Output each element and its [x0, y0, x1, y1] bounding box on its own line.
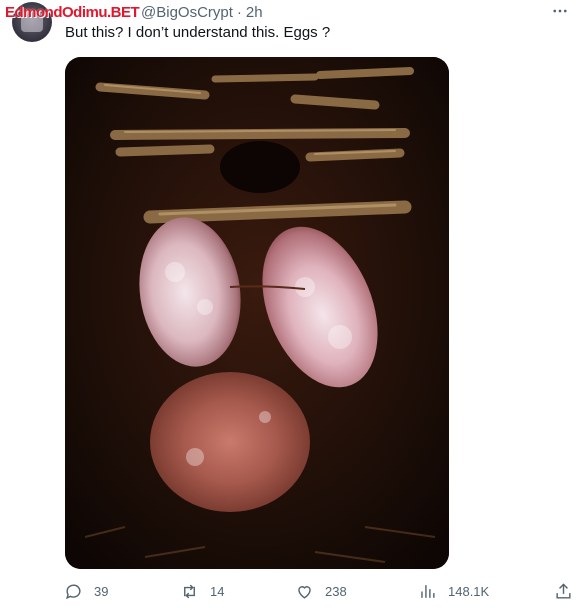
retweet-icon	[184, 584, 195, 599]
meta-separator: ·	[236, 4, 242, 21]
like-count: 238	[325, 584, 347, 599]
heart-icon	[298, 586, 311, 599]
timestamp[interactable]: 2h	[246, 4, 263, 21]
views-count: 148.1K	[448, 584, 490, 599]
more-icon[interactable]	[549, 2, 571, 24]
user-handle[interactable]: @BigOsCrypt	[141, 4, 233, 21]
views-button[interactable]: 148.1K	[418, 575, 489, 608]
retweet-count: 14	[210, 584, 225, 599]
tweet-text: But this? I don’t understand this. Eggs …	[65, 24, 331, 41]
retweet-button[interactable]: 14	[180, 575, 224, 608]
reply-icon	[66, 584, 81, 600]
tweet-actions: 39 14 238 148.1K	[0, 575, 583, 608]
like-button[interactable]: 238	[295, 575, 347, 608]
share-icon	[556, 583, 571, 599]
tweet-media-image[interactable]	[65, 57, 449, 569]
reply-count: 39	[94, 584, 109, 599]
share-button[interactable]	[554, 575, 573, 608]
tweet: @BigOsCrypt · 2h EdmondOdimu.BET But this?…	[0, 0, 583, 608]
views-icon	[421, 585, 435, 598]
watermark: EdmondOdimu.BET	[5, 4, 140, 21]
reply-button[interactable]: 39	[64, 575, 108, 608]
